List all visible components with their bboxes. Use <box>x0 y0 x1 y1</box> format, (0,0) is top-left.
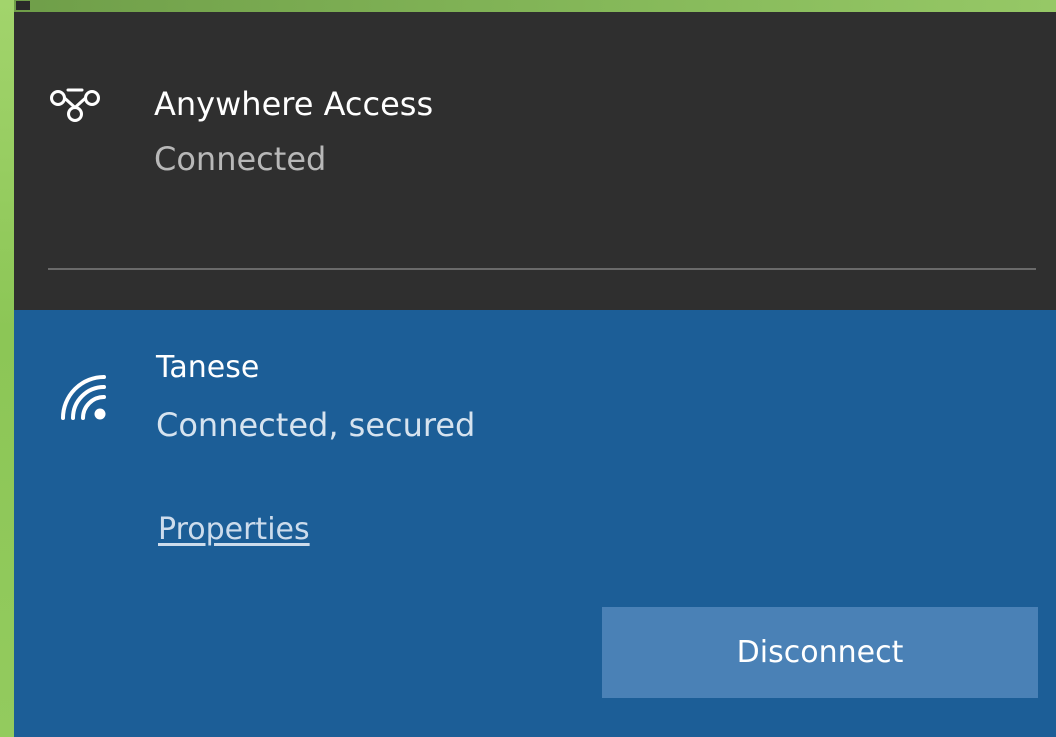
wifi-connection-item[interactable]: Tanese Connected, secured Properties Dis… <box>14 310 1056 737</box>
corner-mark <box>16 1 30 10</box>
disconnect-button[interactable]: Disconnect <box>602 607 1038 698</box>
vpn-name: Anywhere Access <box>154 85 434 123</box>
wifi-name: Tanese <box>156 350 260 385</box>
properties-link[interactable]: Properties <box>158 510 310 550</box>
wifi-status: Connected, secured <box>156 406 476 444</box>
vpn-connection-item[interactable]: Anywhere Access Connected <box>14 12 1056 310</box>
section-divider <box>48 268 1036 270</box>
wifi-icon <box>61 375 106 420</box>
network-flyout-panel: Anywhere Access Connected Tanese Connect… <box>14 12 1056 737</box>
window-top-strip <box>14 0 1056 12</box>
vpn-status: Connected <box>154 140 327 178</box>
vpn-icon <box>50 88 100 122</box>
